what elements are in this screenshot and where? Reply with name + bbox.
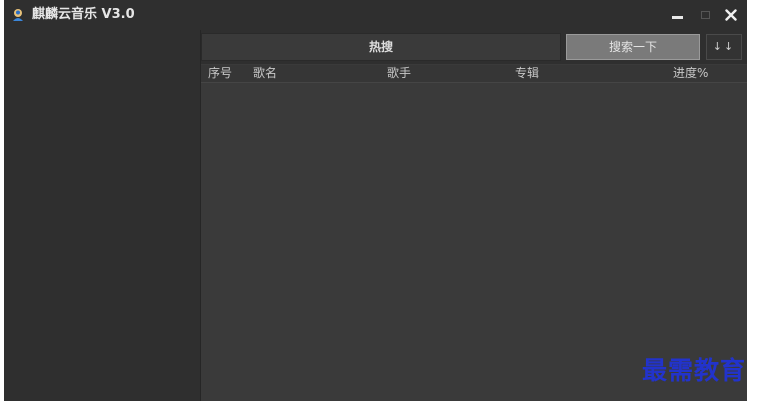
maximize-icon [700,11,710,19]
minimize-icon [671,16,683,19]
column-header-song[interactable]: 歌名 [253,66,277,81]
search-button[interactable]: 搜索一下 [566,34,700,60]
minimize-button[interactable] [668,6,686,24]
sort-button[interactable]: ↓↓ [706,34,742,60]
close-button[interactable] [722,6,740,24]
search-toolbar: 热搜 搜索一下 ↓↓ [201,30,747,64]
maximize-button[interactable] [696,6,714,24]
column-header-index[interactable]: 序号 [208,66,232,81]
app-title: 麒麟云音乐 V3.0 [32,7,135,22]
app-window: 麒麟云音乐 V3.0 热搜 搜索一下 ↓↓ 序号 歌名 歌手 专辑 进度% [4,0,747,401]
watermark-text: 最需教育 [642,356,747,385]
app-logo-icon [13,9,23,21]
column-header-album[interactable]: 专辑 [515,66,539,81]
close-icon [725,9,737,21]
column-header-progress[interactable]: 进度% [673,66,708,81]
hot-search-tab[interactable]: 热搜 [201,33,561,61]
song-table-header: 序号 歌名 歌手 专辑 进度% [201,65,747,83]
main-panel: 热搜 搜索一下 ↓↓ 序号 歌名 歌手 专辑 进度% [201,30,747,401]
column-header-artist[interactable]: 歌手 [387,66,411,81]
sidebar [4,30,201,401]
title-bar[interactable]: 麒麟云音乐 V3.0 [4,0,747,30]
